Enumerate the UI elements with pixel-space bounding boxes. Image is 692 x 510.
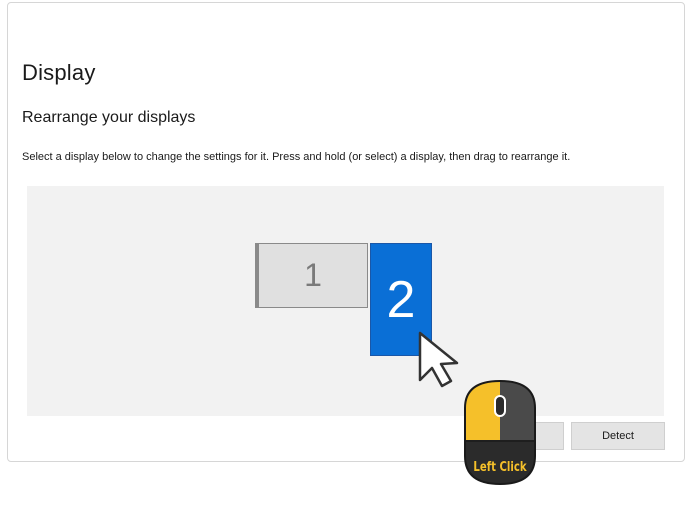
section-title: Rearrange your displays <box>22 109 196 126</box>
instructions-text: Select a display below to change the set… <box>22 151 571 163</box>
left-click-label: Left Click <box>473 460 527 475</box>
detect-button[interactable]: Detect <box>571 422 665 450</box>
display-1-number: 1 <box>304 257 322 293</box>
display-2-number: 2 <box>386 270 416 329</box>
display-1-tile[interactable]: 1 <box>255 243 368 308</box>
page-title: Display <box>22 60 96 85</box>
